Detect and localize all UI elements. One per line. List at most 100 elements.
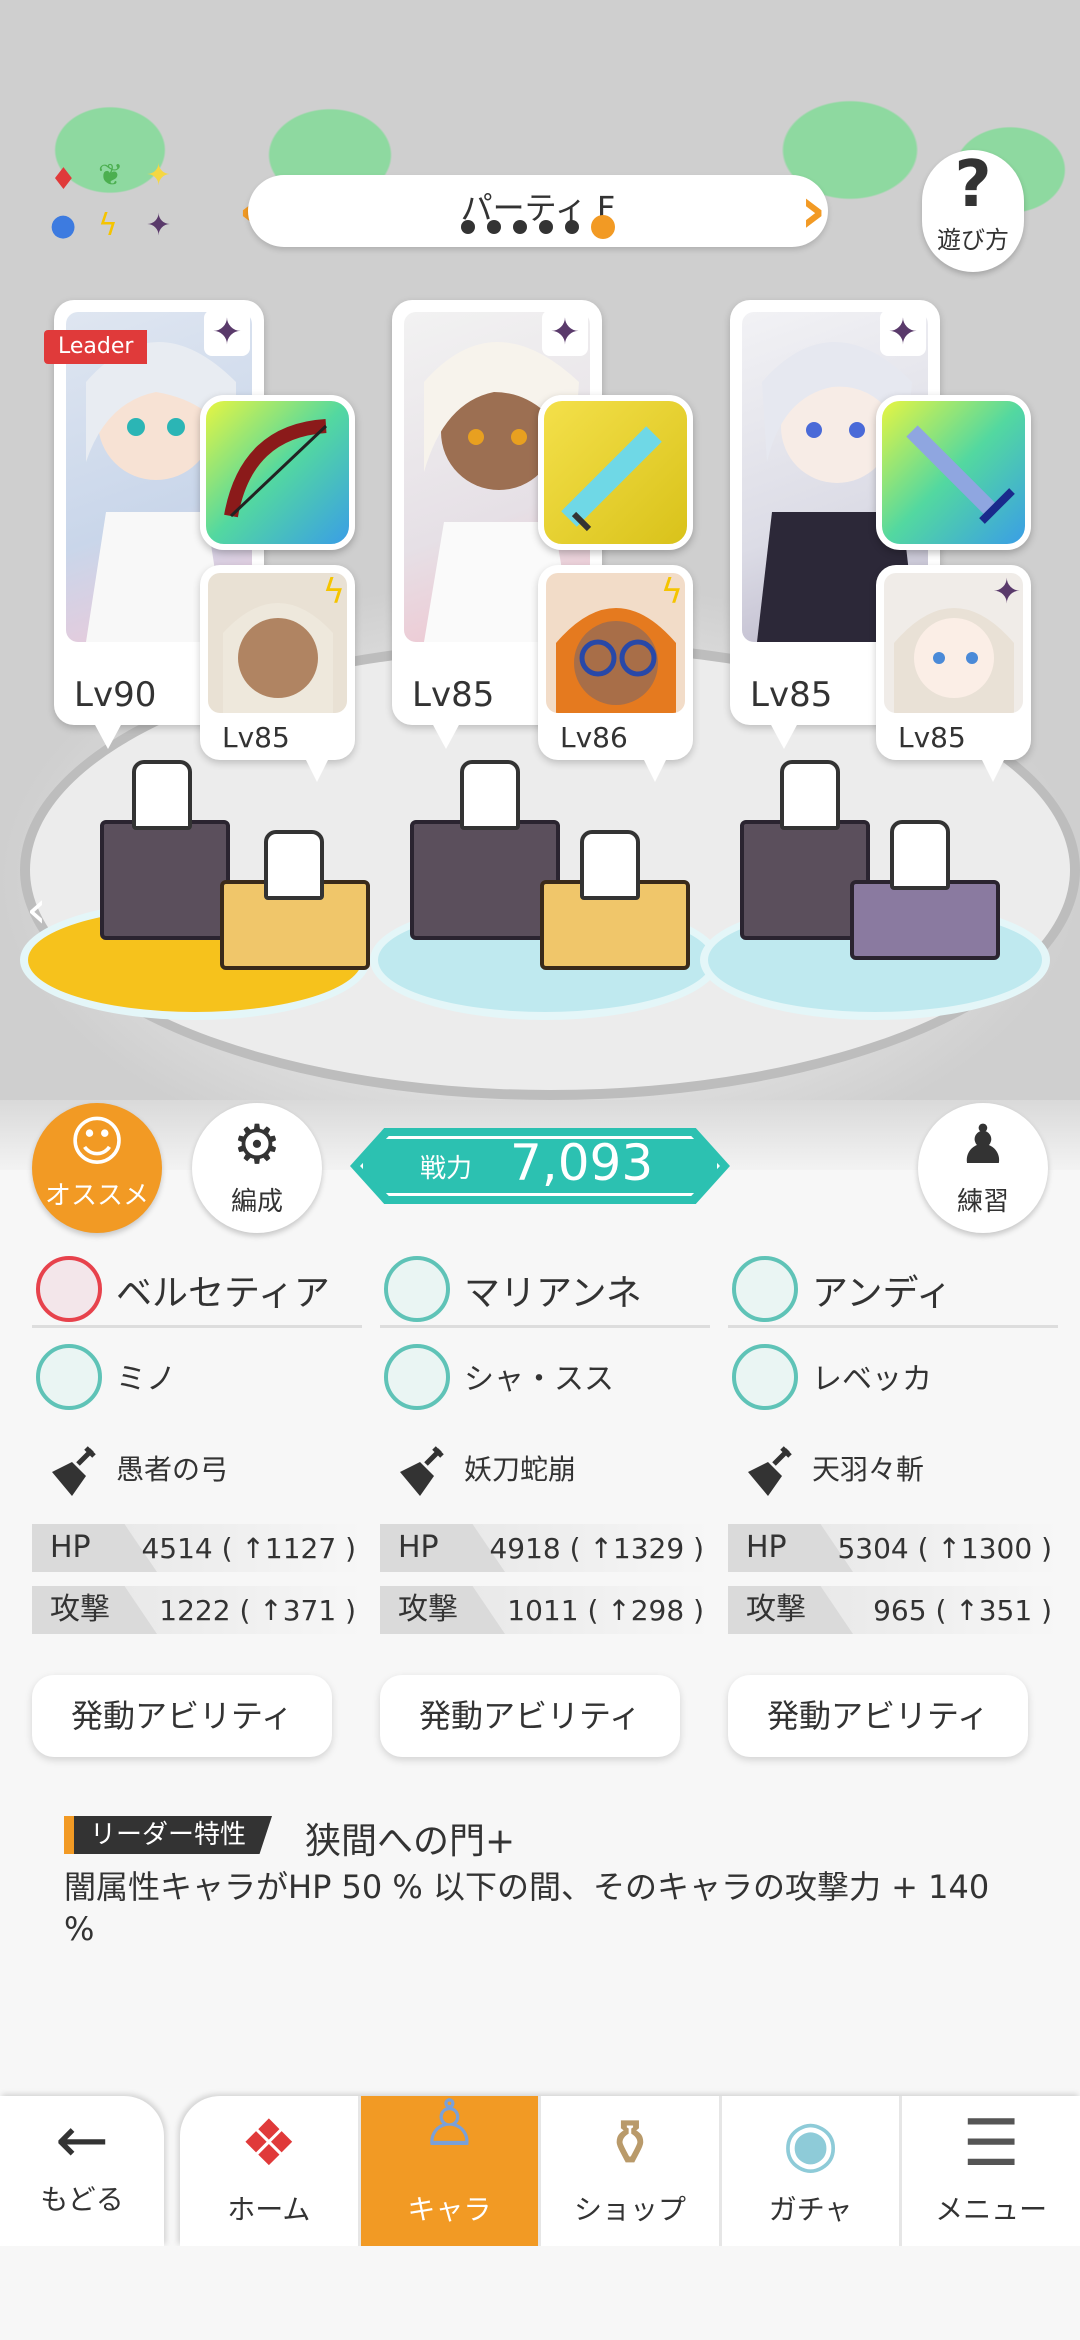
- menu-list-icon: ☰: [962, 2107, 1020, 2181]
- tab-shop[interactable]: ⚱ ショップ: [538, 2096, 719, 2246]
- main-level: Lv85: [750, 675, 833, 715]
- tab-chara[interactable]: ♙ キャラ: [357, 2087, 539, 2246]
- shop-bag-icon: ⚱: [603, 2107, 657, 2181]
- leader-skill-description: 闇属性キャラがHP 50 % 以下の間、そのキャラの攻撃力 + 140 %: [64, 1868, 990, 1948]
- attack-value: 1011 ( ↑298 ): [507, 1594, 704, 1627]
- avatar: [384, 1256, 450, 1322]
- attack-stat: 攻撃 1011 ( ↑298 ): [380, 1586, 710, 1634]
- weapon-icon: [400, 1446, 444, 1496]
- sub-level: Lv85: [898, 721, 966, 754]
- party-slot-2-weapon[interactable]: [538, 395, 693, 550]
- party-power: 戦力 7,093: [350, 1128, 730, 1204]
- sub-level: Lv86: [560, 721, 628, 754]
- avatar: [732, 1344, 798, 1410]
- footer-space: [0, 2246, 1080, 2340]
- attack-stat: 攻撃 965 ( ↑351 ): [728, 1586, 1058, 1634]
- recommend-label: オススメ: [44, 1181, 149, 1211]
- attribute-chart: ♦ ❦ ✦ ● ϟ ✦: [50, 158, 172, 243]
- practice-button[interactable]: ♟ 練習: [918, 1103, 1048, 1233]
- dark-attribute-icon: ✦: [542, 310, 588, 356]
- hp-stat: HP 4918 ( ↑1329 ): [380, 1524, 710, 1572]
- hp-value: 4918 ( ↑1329 ): [489, 1532, 704, 1565]
- ability-button-3[interactable]: 発動アビリティ: [728, 1675, 1028, 1757]
- party-slot-1-weapon[interactable]: [200, 395, 355, 550]
- main-member-name: ベルセティア: [116, 1273, 330, 1314]
- lightning-attribute-icon: ϟ: [322, 572, 345, 612]
- practice-label: 練習: [956, 1187, 1009, 1217]
- party-slot-2-platform: [370, 760, 720, 1020]
- ability-button-2[interactable]: 発動アビリティ: [380, 1675, 680, 1757]
- lightning-attribute-icon: ϟ: [660, 572, 683, 612]
- sub-member-row[interactable]: レベッカ: [728, 1328, 1058, 1418]
- tab-menu[interactable]: ☰ メニュー: [899, 2096, 1080, 2246]
- sub-member-name: レベッカ: [812, 1362, 932, 1397]
- party-slot-3-sub-card[interactable]: ✦ Lv85: [876, 565, 1031, 782]
- gacha-orb-icon: ◉: [782, 2107, 839, 2181]
- main-member-name: アンディ: [812, 1273, 953, 1314]
- dark-attribute-icon: ✦: [204, 310, 250, 356]
- ability-button-1[interactable]: 発動アビリティ: [32, 1675, 332, 1757]
- training-dummy-icon: ♟: [958, 1113, 1008, 1176]
- back-label: もどる: [40, 2183, 124, 2216]
- main-member-row[interactable]: マリアンネ: [380, 1248, 710, 1328]
- main-member-row[interactable]: ベルセティア: [32, 1248, 362, 1328]
- tab-gacha[interactable]: ◉ ガチャ: [718, 2096, 900, 2246]
- dark-attribute-icon: ✦: [880, 310, 926, 356]
- hp-value: 5304 ( ↑1300 ): [837, 1532, 1052, 1565]
- attack-label: 攻撃: [380, 1586, 505, 1634]
- recommend-icon: ☺: [68, 1110, 126, 1173]
- weapon-name: 天羽々斬: [812, 1453, 925, 1486]
- arrow-left-icon: ←: [55, 2104, 109, 2178]
- member-column-1: ベルセティア ミノ 愚者の弓 HP 4514 ( ↑1127 ) 攻撃 1222 (…: [32, 1248, 362, 1634]
- attack-value: 965 ( ↑351 ): [873, 1594, 1052, 1627]
- tab-label: ショップ: [573, 2193, 686, 2226]
- party-slot-3-platform: [700, 760, 1050, 1020]
- party-page-dots: [248, 215, 828, 239]
- sub-member-name: シャ・スス: [464, 1362, 614, 1397]
- main-member-row[interactable]: アンディ: [728, 1248, 1058, 1328]
- main-member-name: マリアンネ: [464, 1273, 642, 1314]
- attack-value: 1222 ( ↑371 ): [159, 1594, 356, 1627]
- dark-attribute-icon: ✦: [992, 572, 1022, 612]
- hp-label: HP: [380, 1524, 505, 1572]
- person-gear-icon: ⚙: [232, 1113, 282, 1176]
- tab-label: ガチャ: [768, 2193, 853, 2226]
- weapon-row[interactable]: 愚者の弓: [32, 1418, 362, 1510]
- sub-member-row[interactable]: ミノ: [32, 1328, 362, 1418]
- weapon-icon: [748, 1446, 792, 1496]
- leader-skill-name: 狭間への門+: [305, 1821, 516, 1862]
- weapon-row[interactable]: 天羽々斬: [728, 1418, 1058, 1510]
- hp-stat: HP 5304 ( ↑1300 ): [728, 1524, 1058, 1572]
- party-slot-2-sub-card[interactable]: ϟ Lv86: [538, 565, 693, 782]
- back-button[interactable]: ← もどる: [0, 2096, 164, 2246]
- party-slot-1-platform: [20, 760, 370, 1020]
- avatar: [732, 1256, 798, 1322]
- hp-label: HP: [728, 1524, 853, 1572]
- leader-skill-tag: リーダー特性: [64, 1816, 273, 1854]
- tab-label: ホーム: [227, 2193, 311, 2226]
- party-slot-1-sub-card[interactable]: ϟ Lv85: [200, 565, 355, 782]
- sub-member-name: ミノ: [116, 1362, 176, 1397]
- sub-member-row[interactable]: シャ・スス: [380, 1328, 710, 1418]
- formation-label: 編成: [230, 1187, 283, 1217]
- recommend-button[interactable]: ☺ オススメ: [32, 1103, 162, 1233]
- main-tabs: ❖ ホーム ♙ キャラ ⚱ ショップ ◉ ガチャ ☰ メニュー: [180, 2087, 1080, 2246]
- weapon-icon: [52, 1446, 96, 1496]
- avatar: [384, 1344, 450, 1410]
- help-label: 遊び方: [937, 226, 1009, 254]
- weapon-name: 妖刀蛇崩: [464, 1453, 577, 1486]
- leader-badge: Leader: [44, 330, 148, 364]
- power-value: 7,093: [510, 1134, 654, 1192]
- avatar: [36, 1256, 102, 1322]
- attack-stat: 攻撃 1222 ( ↑371 ): [32, 1586, 362, 1634]
- main-level: Lv85: [412, 675, 495, 715]
- next-party-button[interactable]: ›: [800, 172, 826, 250]
- weapon-row[interactable]: 妖刀蛇崩: [380, 1418, 710, 1510]
- formation-button[interactable]: ⚙ 編成: [192, 1103, 322, 1233]
- party-slot-3-weapon[interactable]: [876, 395, 1031, 550]
- help-button[interactable]: ? 遊び方: [922, 150, 1024, 272]
- tab-home[interactable]: ❖ ホーム: [180, 2096, 358, 2246]
- bottom-navigation: ← もどる ❖ ホーム ♙ キャラ ⚱ ショップ ◉ ガチャ ☰ メニュー: [0, 2087, 1080, 2246]
- tab-label: キャラ: [407, 2193, 492, 2226]
- party-selector: パーティ F: [248, 175, 828, 247]
